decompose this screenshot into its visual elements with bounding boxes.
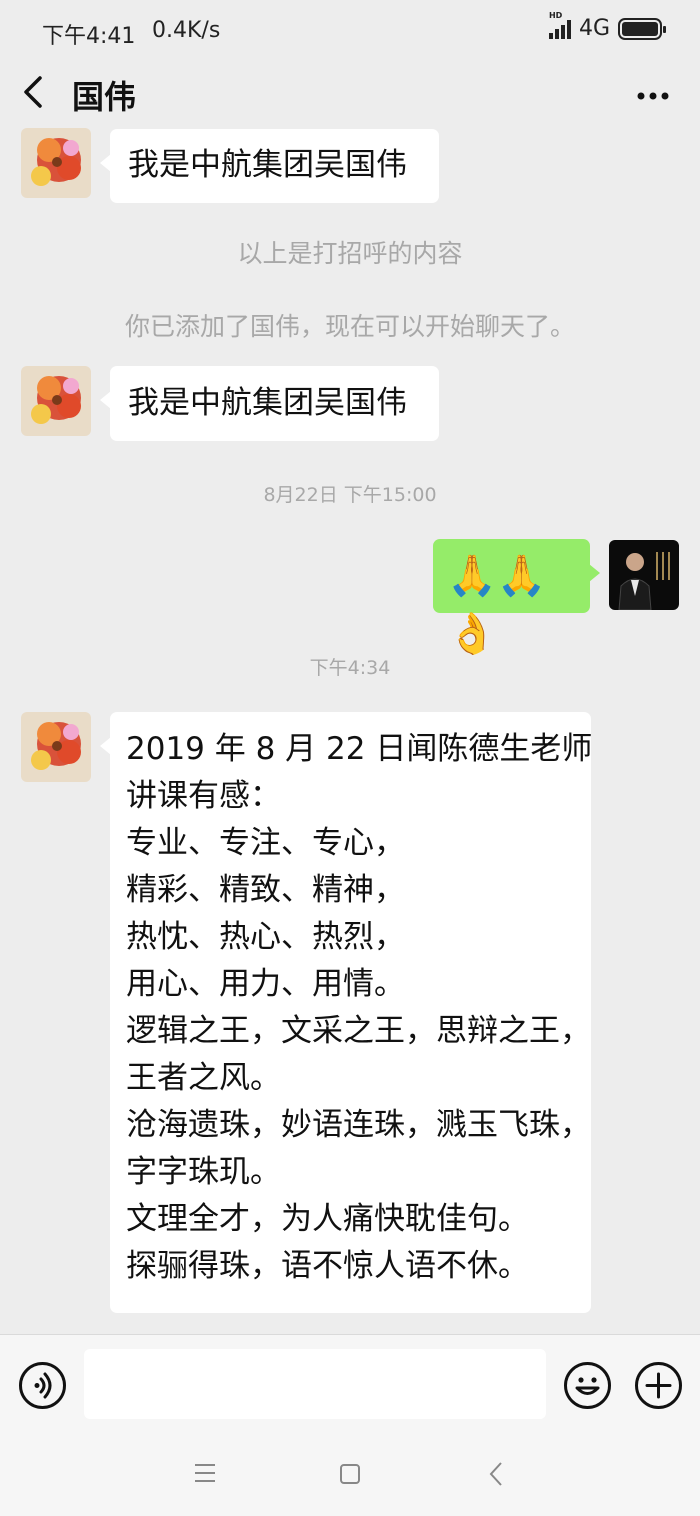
message-line: 热忱、热心、热烈， xyxy=(126,919,405,955)
message-text: 我是中航集团吴国伟 xyxy=(128,147,407,183)
emoji-message: 🙏🙏👌 xyxy=(447,553,547,657)
message-bubble[interactable]: 2019 年 8 月 22 日闻陈德生老师 讲课有感： 专业、专注、专心， 精彩… xyxy=(100,712,593,1313)
home-icon[interactable] xyxy=(338,1462,362,1490)
message-text: 我是中航集团吴国伟 xyxy=(128,385,407,421)
message-line: 专业、专注、专心， xyxy=(126,825,405,861)
system-notice: 你已添加了国伟，现在可以开始聊天了。 xyxy=(124,312,575,341)
menu-icon[interactable] xyxy=(193,1462,217,1488)
input-bar xyxy=(0,1334,700,1432)
status-time: 下午4:41 xyxy=(42,24,136,49)
message-input[interactable] xyxy=(84,1349,546,1419)
contact-avatar[interactable] xyxy=(21,712,91,782)
status-bar: 下午4:41 0.4K/s HD 4G xyxy=(0,0,700,60)
signal-icon: HD xyxy=(548,11,571,39)
message-line: 探骊得珠，语不惊人语不休。 xyxy=(126,1248,529,1284)
message-line: 字字珠玑。 xyxy=(126,1154,281,1190)
message-bubble[interactable]: 我是中航集团吴国伟 xyxy=(100,129,439,203)
message-line: 文理全才，为人痛快耽佳句。 xyxy=(126,1201,529,1237)
system-nav-bar xyxy=(0,1432,700,1516)
my-avatar[interactable] xyxy=(609,540,679,610)
sent-message-bubble[interactable]: 🙏🙏👌 xyxy=(433,539,600,657)
network-speed: 0.4K/s xyxy=(152,18,221,43)
message-line: 精彩、精致、精神， xyxy=(126,872,405,908)
message-line: 用心、用力、用情。 xyxy=(126,966,405,1002)
message-bubble[interactable]: 我是中航集团吴国伟 xyxy=(100,366,439,441)
nav-back-icon[interactable] xyxy=(486,1461,506,1491)
back-arrow-icon[interactable] xyxy=(20,74,52,110)
contact-avatar[interactable] xyxy=(21,366,91,436)
plus-icon[interactable] xyxy=(635,1362,682,1409)
message-line: 2019 年 8 月 22 日闻陈德生老师 xyxy=(126,731,593,767)
emoji-icon[interactable] xyxy=(564,1362,611,1409)
contact-avatar[interactable] xyxy=(21,128,91,198)
battery-icon xyxy=(618,17,666,40)
status-right: HD 4G xyxy=(548,11,666,41)
message-line: 沧海遗珠，妙语连珠，溅玉飞珠， xyxy=(126,1107,591,1143)
network-type: 4G xyxy=(578,16,610,41)
chat-header: 国伟 xyxy=(0,60,700,126)
timestamp: 8月22日 下午15:00 xyxy=(263,484,437,506)
message-line: 逻辑之王，文采之王，思辩之王， xyxy=(126,1013,591,1049)
message-line: 王者之风。 xyxy=(126,1060,281,1096)
voice-icon[interactable] xyxy=(19,1362,66,1409)
timestamp: 下午4:34 xyxy=(309,657,391,679)
more-dots-icon[interactable] xyxy=(636,74,670,109)
system-notice: 以上是打招呼的内容 xyxy=(237,239,463,268)
message-line: 讲课有感： xyxy=(126,778,281,814)
chat-title: 国伟 xyxy=(72,78,137,116)
